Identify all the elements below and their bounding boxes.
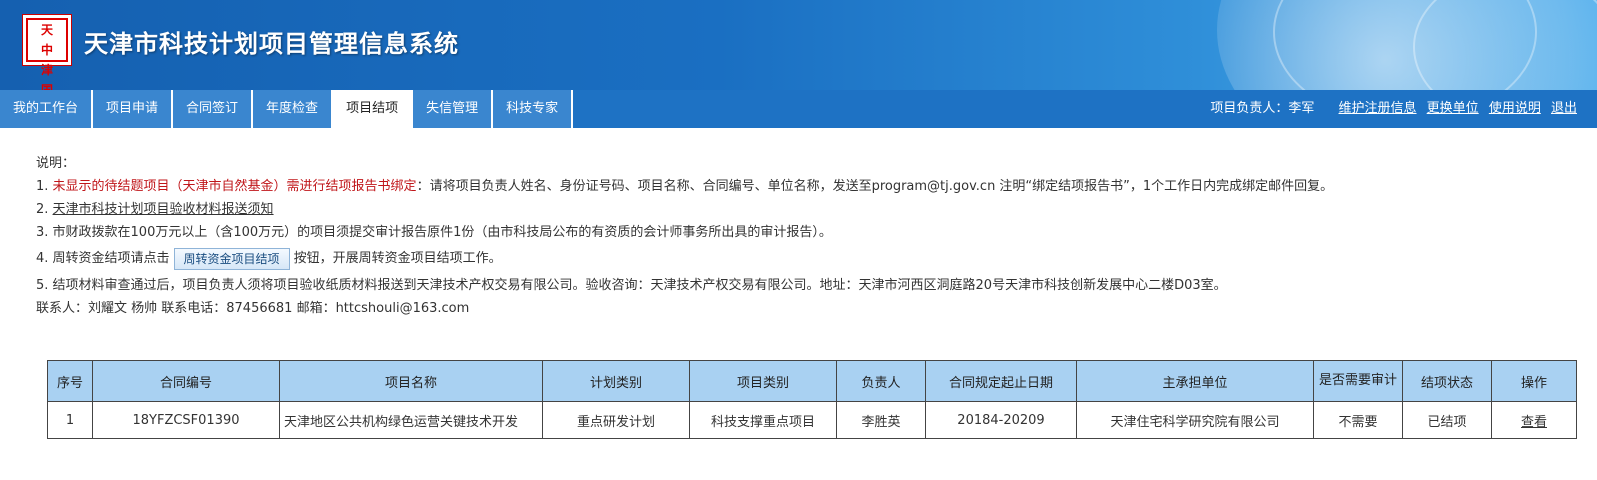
table-header-row: 序号 合同编号 项目名称 计划类别 项目类别 负责人 合同规定起止日期 主承担单…	[47, 360, 1577, 402]
project-table: 序号 合同编号 项目名称 计划类别 项目类别 负责人 合同规定起止日期 主承担单…	[47, 360, 1577, 439]
view-link[interactable]: 查看	[1521, 415, 1547, 430]
site-title: 天津市科技计划项目管理信息系统	[84, 30, 459, 58]
cell-audit-required: 不需要	[1313, 401, 1403, 439]
col-plan-category: 计划类别	[542, 360, 690, 402]
cell-actions: 查看	[1491, 401, 1577, 439]
user-bar: 项目负责人：李军 维护注册信息 更换单位 使用说明 退出	[1210, 90, 1577, 128]
cell-plan-category: 重点研发计划	[542, 401, 690, 439]
logo-char: 津	[40, 63, 53, 77]
cell-owner: 李胜英	[836, 401, 926, 439]
site-logo: 天中 津国	[22, 14, 72, 90]
col-audit-required: 是否需要审计	[1313, 360, 1403, 402]
note-1: 1. 未显示的待结题项目（天津市自然基金）需进行结项报告书绑定：请将项目负责人姓…	[36, 175, 1333, 198]
logo-char: 天	[40, 23, 53, 37]
cell-contract-no: 18YFZCSF01390	[92, 401, 280, 439]
note-3: 3. 市财政拨款在100万元以上（含100万元）的项目须提交审计报告原件1份（由…	[36, 225, 832, 240]
col-contract-dates: 合同规定起止日期	[925, 360, 1077, 402]
note-2-number: 2.	[36, 202, 53, 217]
note-2: 2. 天津市科技计划项目验收材料报送须知	[36, 198, 1333, 221]
cell-index: 1	[47, 401, 93, 439]
note-5: 5. 结项材料审查通过后，项目负责人须将项目验收纸质材料报送到天津技术产权交易有…	[36, 278, 1227, 293]
col-project-category: 项目类别	[689, 360, 837, 402]
instructions: 说明： 1. 未显示的待结题项目（天津市自然基金）需进行结项报告书绑定：请将项目…	[36, 152, 1333, 320]
cell-lead-unit: 天津住宅科学研究院有限公司	[1076, 401, 1314, 439]
logo-char: 中	[40, 43, 53, 57]
tab-credit-management[interactable]: 失信管理	[413, 90, 494, 128]
logo-char: 国	[40, 83, 53, 90]
user-role-label: 项目负责人：	[1210, 101, 1289, 116]
globe-arc	[1413, 0, 1597, 90]
revolving-fund-closing-button[interactable]: 周转资金项目结项	[173, 247, 290, 270]
tab-project-application[interactable]: 项目申请	[93, 90, 174, 128]
instructions-heading: 说明：	[36, 156, 76, 171]
note-4: 4. 周转资金结项请点击 周转资金项目结项 按钮，开展周转资金项目结项工作。	[36, 244, 1333, 274]
user-name: 李军	[1288, 101, 1315, 116]
note-4-suffix: 按钮，开展周转资金项目结项工作。	[293, 251, 502, 266]
col-index: 序号	[47, 360, 93, 402]
note-1-warning: 未显示的待结题项目（天津市自然基金）需进行结项报告书绑定	[52, 179, 417, 194]
col-contract-no: 合同编号	[92, 360, 280, 402]
cell-project-category: 科技支撑重点项目	[689, 401, 837, 439]
tab-annual-check[interactable]: 年度检查	[253, 90, 334, 128]
main-nav: 我的工作台 项目申请 合同签订 年度检查 项目结项 失信管理 科技专家 项目负责…	[0, 90, 1597, 128]
note-4-prefix: 4. 周转资金结项请点击	[36, 251, 170, 266]
logout-link[interactable]: 退出	[1551, 101, 1577, 116]
maintain-registration-link[interactable]: 维护注册信息	[1339, 101, 1417, 116]
user-guide-link[interactable]: 使用说明	[1489, 101, 1541, 116]
tab-tech-experts[interactable]: 科技专家	[493, 90, 574, 128]
cell-closing-status: 已结项	[1402, 401, 1492, 439]
tab-contract-signing[interactable]: 合同签订	[173, 90, 254, 128]
col-lead-unit: 主承担单位	[1076, 360, 1314, 402]
col-owner: 负责人	[836, 360, 926, 402]
col-project-name: 项目名称	[279, 360, 543, 402]
note-1-text: ：请将项目负责人姓名、身份证号码、项目名称、合同编号、单位名称，发送至progr…	[416, 179, 1334, 194]
col-actions: 操作	[1491, 360, 1577, 402]
table-row: 1 18YFZCSF01390 天津地区公共机构绿色运营关键技术开发 重点研发计…	[47, 401, 1577, 439]
header-banner: 天中 津国 天津市科技计划项目管理信息系统	[0, 0, 1597, 90]
tab-project-closing[interactable]: 项目结项	[333, 90, 414, 128]
note-1-number: 1.	[36, 179, 53, 194]
cell-contract-dates: 20184-20209	[925, 401, 1077, 439]
cell-project-name: 天津地区公共机构绿色运营关键技术开发	[279, 401, 543, 439]
col-closing-status: 结项状态	[1402, 360, 1492, 402]
change-unit-link[interactable]: 更换单位	[1427, 101, 1479, 116]
contact-info: 联系人：刘耀文 杨帅 联系电话：87456681 邮箱：httcshouli@1…	[36, 301, 470, 316]
tab-workbench[interactable]: 我的工作台	[0, 90, 94, 128]
acceptance-materials-link[interactable]: 天津市科技计划项目验收材料报送须知	[53, 202, 274, 217]
